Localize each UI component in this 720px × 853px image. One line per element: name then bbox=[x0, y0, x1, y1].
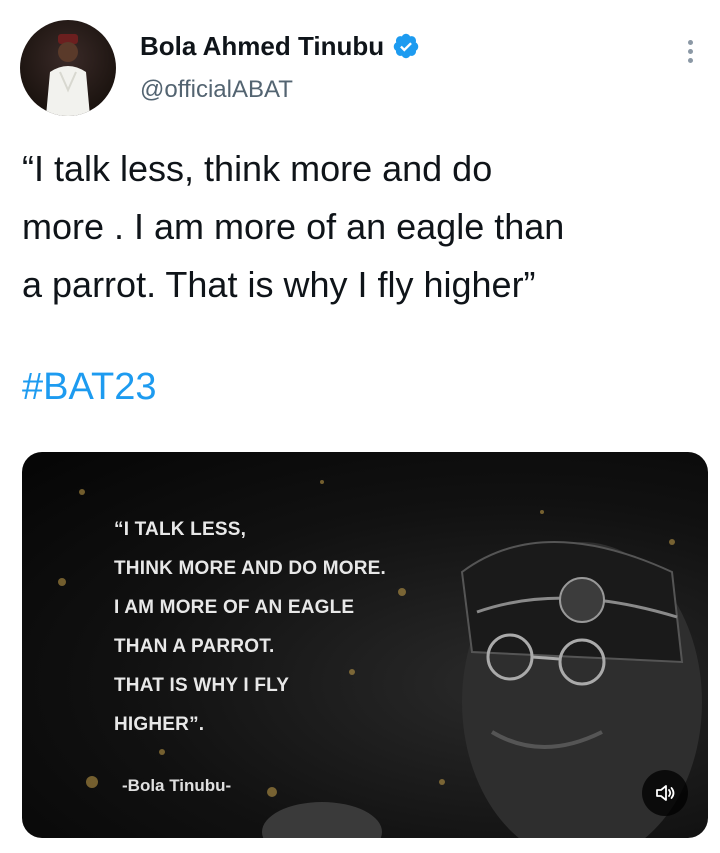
media-quote-text: “I TALK LESS, THINK MORE AND DO MORE. I … bbox=[114, 519, 387, 735]
author-handle[interactable]: @officialABAT bbox=[140, 76, 293, 104]
author-name[interactable]: Bola Ahmed Tinubu bbox=[140, 31, 384, 62]
hashtag-link[interactable]: #BAT23 bbox=[22, 366, 156, 409]
speaker-icon bbox=[656, 785, 675, 801]
tweet-media-image[interactable]: “I TALK LESS, THINK MORE AND DO MORE. I … bbox=[22, 452, 708, 838]
author-name-row[interactable]: Bola Ahmed Tinubu bbox=[140, 28, 420, 64]
media-attribution: -Bola Tinubu- bbox=[122, 776, 232, 795]
verified-badge-icon bbox=[393, 33, 419, 59]
avatar[interactable] bbox=[20, 20, 116, 116]
sound-toggle-button[interactable] bbox=[642, 770, 688, 816]
more-options-icon[interactable] bbox=[680, 36, 700, 72]
tweet-text: “I talk less, think more and do more . I… bbox=[22, 148, 565, 305]
